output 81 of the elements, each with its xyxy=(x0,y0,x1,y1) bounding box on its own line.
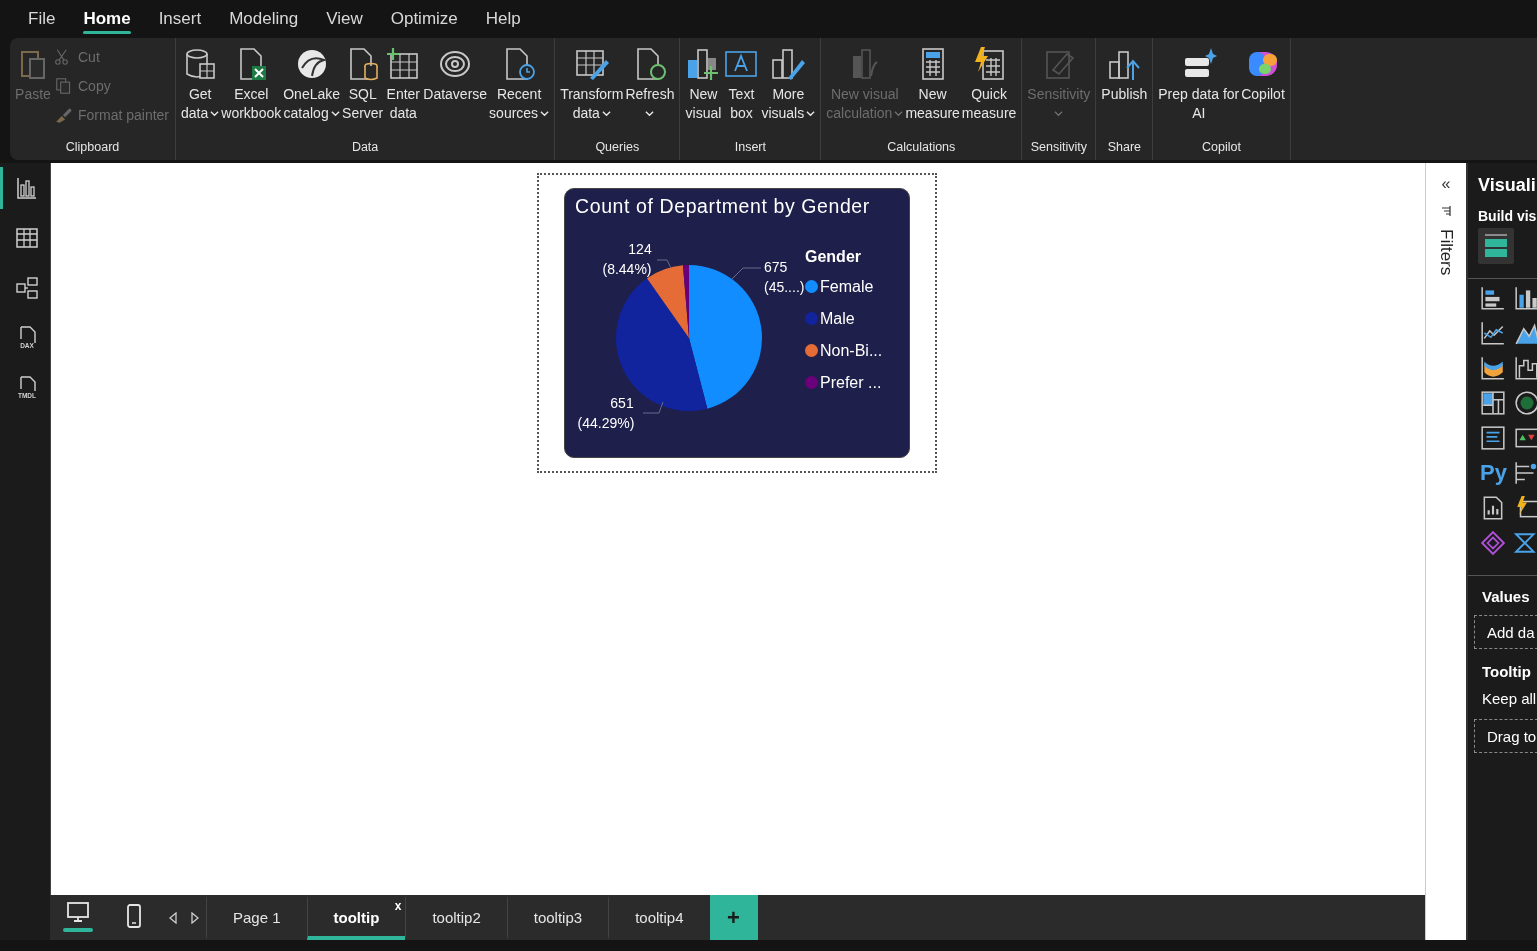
treemap-icon[interactable] xyxy=(1480,390,1506,416)
ribbon-button[interactable]: Publish xyxy=(1100,44,1149,106)
menu-tab[interactable]: Help xyxy=(471,0,535,38)
menu-tab[interactable]: Insert xyxy=(144,0,216,38)
ribbon-button[interactable]: Prep data for AI xyxy=(1157,44,1241,125)
globe-icon[interactable] xyxy=(1514,390,1537,416)
group-label: Calculations xyxy=(886,140,957,156)
collapse-button[interactable]: « xyxy=(1441,175,1451,193)
text-list-icon[interactable] xyxy=(1480,425,1506,451)
menu-tab[interactable]: Modeling xyxy=(215,0,313,38)
ribbon-button[interactable]: SQL Server xyxy=(341,44,385,125)
paintbrush-icon xyxy=(54,105,74,125)
table-icon xyxy=(14,225,39,251)
monitor-icon xyxy=(66,900,90,924)
chart-title: Count of Department by Gender xyxy=(575,195,871,218)
group-label: Sensitivity xyxy=(1029,140,1088,156)
data-label: 124 xyxy=(628,241,652,257)
ribbon-button[interactable]: Recent sources xyxy=(488,44,551,125)
ribbon-button[interactable]: Get data xyxy=(180,44,221,125)
ribbon-button[interactable]: Copilot xyxy=(1240,44,1286,106)
ribbon-button[interactable]: New measure xyxy=(904,44,961,125)
option-text: Keep all xyxy=(1481,690,1537,709)
ribbon-button[interactable]: New visual xyxy=(684,44,723,125)
leader-line xyxy=(656,259,672,269)
build-visual-button[interactable] xyxy=(1478,228,1514,264)
triangle-left-icon xyxy=(168,911,178,924)
legend-label: Non-Bi... xyxy=(820,341,883,360)
well-header: Values xyxy=(1481,587,1531,607)
menu-tab[interactable]: View xyxy=(312,0,377,38)
legend-title: Gender xyxy=(805,248,862,266)
python-visual-button[interactable]: Py xyxy=(1480,460,1507,486)
leader-line xyxy=(642,401,664,414)
ribbon-chart-icon[interactable] xyxy=(1480,355,1506,381)
report-chart-icon xyxy=(14,175,39,201)
ribbon-button[interactable]: Text box xyxy=(722,44,761,125)
ribbon-button[interactable]: Transform data xyxy=(559,44,625,125)
visual-frame[interactable]: Count of Department by Gender 124 (8.44%) 675 (45....) 651 (44.29%) Gender Female Male Non-Bi... Prefer ... xyxy=(537,173,937,473)
ribbon-button[interactable]: Refresh xyxy=(624,44,676,125)
data-label: 651 xyxy=(610,395,634,411)
ribbon-button[interactable]: Dataverse xyxy=(422,44,489,106)
leader-line xyxy=(730,267,762,281)
ribbon-button[interactable]: Excel workbook xyxy=(220,44,283,125)
ribbon-button[interactable]: More visuals xyxy=(760,44,817,125)
pane-title: Visuali xyxy=(1477,174,1537,196)
drop-field[interactable]: Add da xyxy=(1474,615,1537,649)
line-chart-icon[interactable] xyxy=(1480,320,1506,346)
data-label: (45....) xyxy=(764,279,805,295)
group-label: Copilot xyxy=(1201,140,1242,156)
ribbon-button[interactable]: Quick measure xyxy=(960,44,1018,125)
filters-title: Filters xyxy=(1436,229,1456,276)
diamond-icon[interactable] xyxy=(1480,530,1506,556)
pane-subtitle: Build vis xyxy=(1477,207,1537,224)
data-label: (44.29%) xyxy=(577,415,635,431)
decomposition-tree-icon[interactable] xyxy=(1514,460,1537,486)
legend-label: Female xyxy=(820,277,874,296)
well-header: Tooltip xyxy=(1481,662,1532,682)
legend-label: Male xyxy=(820,309,855,328)
model-icon xyxy=(14,275,39,301)
ribbon-button[interactable]: Enter data xyxy=(384,44,423,125)
add-page-button[interactable]: + xyxy=(709,895,758,940)
group-label: Insert xyxy=(733,140,767,156)
chart-pencil-icon xyxy=(770,46,807,82)
menu-tab[interactable]: Home xyxy=(69,0,145,38)
legend-label: Prefer ... xyxy=(820,373,882,392)
data-label: 675 xyxy=(764,259,788,275)
group-label: Data xyxy=(350,140,380,156)
ribbon-button[interactable]: OneLake catalog xyxy=(282,44,342,125)
menu-tab[interactable]: File xyxy=(14,0,70,38)
bar-chart-icon[interactable] xyxy=(1480,285,1506,311)
data-label: (8.44%) xyxy=(602,261,652,277)
menu-tab[interactable]: Optimize xyxy=(376,0,472,38)
column-chart-icon[interactable] xyxy=(1514,285,1537,311)
drop-field[interactable]: Drag to xyxy=(1474,719,1537,753)
triangle-right-icon xyxy=(190,911,200,924)
waterfall-chart-icon[interactable] xyxy=(1514,355,1537,381)
filter-icon xyxy=(1440,205,1452,217)
group-label: Clipboard xyxy=(64,140,121,156)
close-button[interactable]: x xyxy=(394,899,402,913)
group-label: Share xyxy=(1106,140,1142,156)
chevron-shape-icon[interactable] xyxy=(1514,530,1537,556)
group-label: Queries xyxy=(594,140,641,156)
